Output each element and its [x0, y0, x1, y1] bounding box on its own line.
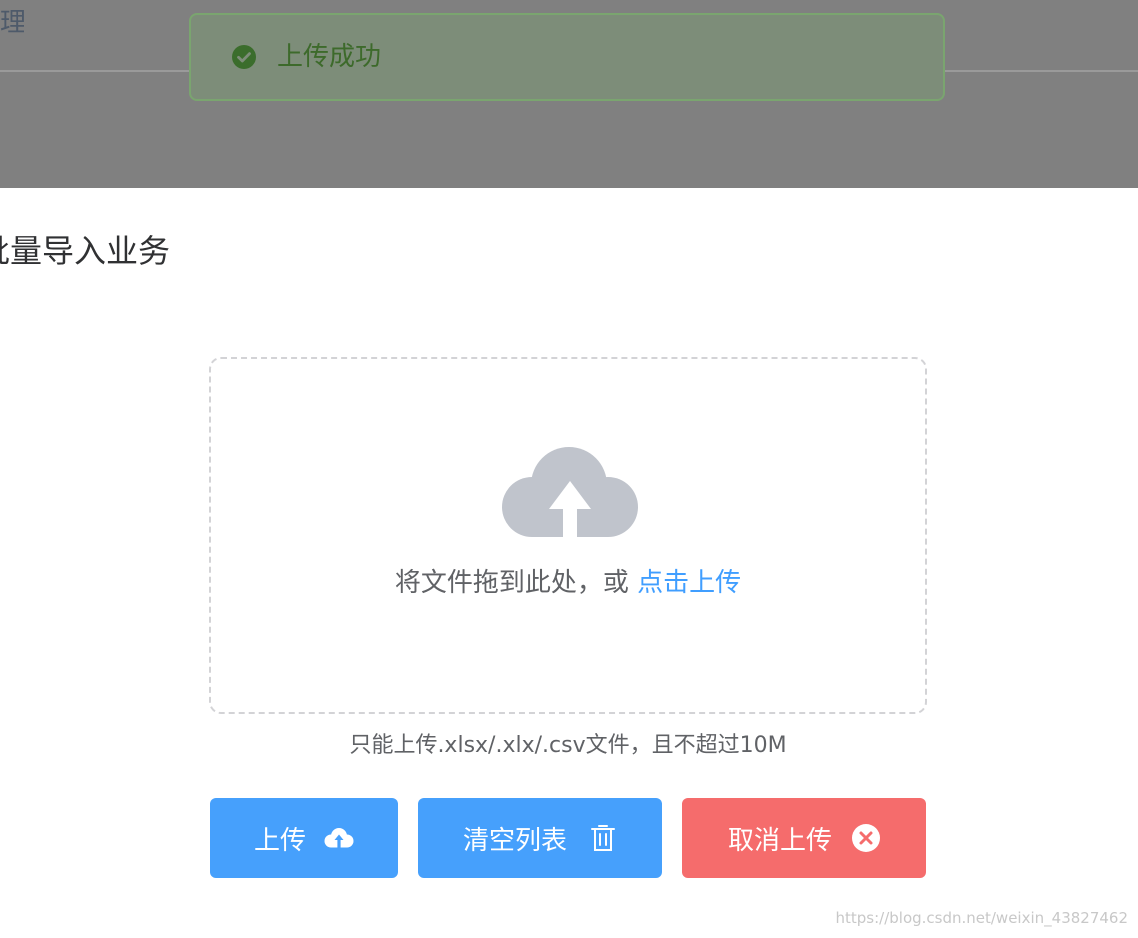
background-breadcrumb: 理 — [0, 3, 24, 43]
upload-button-label: 上传 — [253, 825, 306, 856]
dragger-text: 将文件拖到此处，或 点击上传 — [211, 565, 925, 601]
upload-cloud-icon — [502, 447, 638, 541]
background-breadcrumb-text: 理 — [0, 8, 24, 38]
upload-tip: 只能上传.xlsx/.xlx/.csv文件，且不超过10M — [349, 733, 787, 758]
clear-list-button[interactable]: 清空列表 — [418, 798, 662, 878]
upload-button[interactable]: 上传 — [210, 798, 398, 878]
page: 理 上传成功 批量导入业务 将文件拖到此处，或 点击上传 只能上传.xlsx/.… — [0, 0, 1138, 938]
upload-dragger[interactable]: 将文件拖到此处，或 点击上传 — [209, 357, 927, 714]
cancel-upload-button-label: 取消上传 — [727, 825, 832, 856]
cloud-upload-icon — [324, 828, 354, 848]
cancel-upload-button[interactable]: 取消上传 — [682, 798, 926, 878]
watermark: https://blog.csdn.net/weixin_43827462 — [835, 909, 1128, 927]
check-circle-icon — [232, 45, 256, 69]
success-toast: 上传成功 — [189, 13, 945, 101]
dialog-title: 批量导入业务 — [0, 232, 171, 270]
click-upload-link[interactable]: 点击上传 — [637, 568, 741, 598]
close-circle-icon — [852, 824, 880, 852]
toast-message: 上传成功 — [277, 42, 382, 72]
dragger-hint: 将文件拖到此处，或 — [394, 568, 638, 598]
clear-list-button-label: 清空列表 — [462, 825, 567, 856]
trash-icon — [591, 825, 615, 851]
